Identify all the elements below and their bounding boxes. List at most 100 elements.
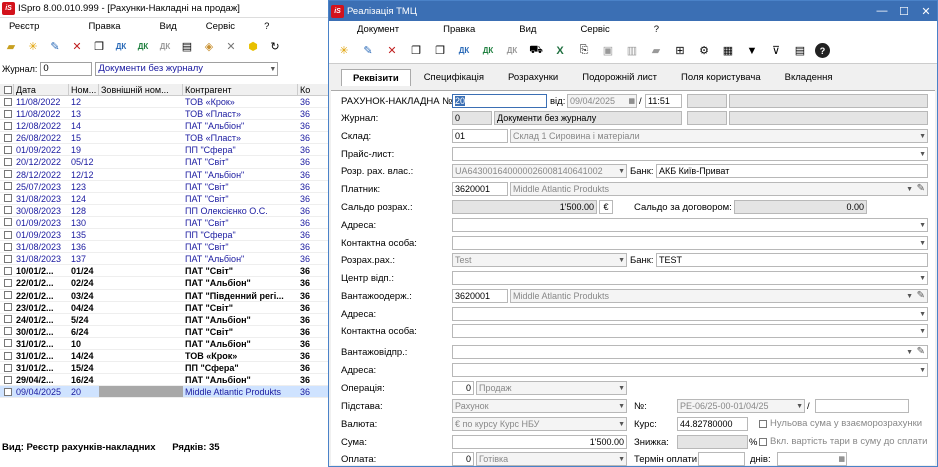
payment-name-field[interactable]: Готівка ▼ <box>476 452 627 466</box>
new-icon[interactable]: ✳ <box>24 37 42 55</box>
payment-code-field[interactable]: 0 <box>452 452 474 466</box>
row-checkbox-box[interactable] <box>4 182 12 191</box>
invoice-number-field[interactable]: 20 <box>452 94 547 108</box>
consignee-code-field[interactable]: 3620001 <box>452 289 508 303</box>
own-account-field[interactable]: UA643001640000026008140641002 ▼ <box>452 164 627 178</box>
table-icon[interactable]: ▦ <box>719 42 737 60</box>
table-row[interactable]: 31/08/2023 124 ПАТ "Світ" 36 <box>0 193 329 205</box>
row-checkbox[interactable] <box>0 362 14 373</box>
row-checkbox[interactable] <box>0 120 14 131</box>
menu-help[interactable]: ? <box>624 24 673 35</box>
address-field[interactable]: ▼ <box>452 218 928 232</box>
row-checkbox[interactable] <box>0 265 14 276</box>
row-checkbox[interactable] <box>0 132 14 143</box>
menu-edit[interactable]: Правка <box>413 24 489 35</box>
help-icon[interactable]: ? <box>815 43 830 58</box>
col-code[interactable]: Ко <box>298 84 329 95</box>
table-row[interactable]: 20/12/2022 05/12 ПАТ "Світ" 36 <box>0 156 329 169</box>
discount-field[interactable] <box>677 435 748 449</box>
edit-icon[interactable]: ✎ <box>46 37 64 55</box>
payer-code-field[interactable]: 3620001 <box>452 182 508 196</box>
print-icon[interactable]: ▤ <box>791 42 809 60</box>
sum-field[interactable]: 1'500.00 <box>452 435 627 449</box>
row-checkbox[interactable] <box>0 108 14 119</box>
time-field[interactable]: 11:51 <box>645 94 682 108</box>
row-checkbox[interactable] <box>0 350 14 361</box>
address2-field[interactable]: ▼ <box>452 307 928 321</box>
row-checkbox-box[interactable] <box>4 158 12 167</box>
table-row[interactable]: 31/01/2... 15/24 ПП "Сфера" 36 <box>0 362 329 375</box>
row-checkbox-box[interactable] <box>4 278 12 287</box>
row-checkbox-box[interactable] <box>4 218 12 227</box>
pencil-icon[interactable]: ✎ <box>917 346 925 358</box>
row-checkbox[interactable] <box>0 96 14 107</box>
table-row[interactable]: 11/08/2022 13 ТОВ «Пласт» 36 <box>0 108 329 121</box>
term-field[interactable] <box>698 452 745 466</box>
journal-code-field[interactable]: 0 <box>40 61 93 76</box>
payer-name-field[interactable]: Middle Atlantic Produkts ✎ ▼ <box>510 182 928 196</box>
row-checkbox[interactable] <box>0 156 14 167</box>
shipper-field[interactable]: ✎ ▼ <box>452 345 928 359</box>
basis-date-field[interactable] <box>815 399 909 413</box>
new-icon[interactable]: ✳ <box>335 42 353 60</box>
print-icon[interactable]: ▤ <box>178 37 196 55</box>
address3-field[interactable]: ▼ <box>452 363 928 377</box>
menu-service[interactable]: Сервіс <box>550 24 623 35</box>
zero-sum-checkbox[interactable]: Нульова сума у взаєморозрахунки <box>759 418 922 429</box>
save-icon[interactable]: ▣ <box>599 42 617 60</box>
row-checkbox[interactable] <box>0 326 14 337</box>
row-checkbox[interactable] <box>0 217 14 228</box>
days-field[interactable]: ▦ <box>777 452 847 466</box>
gear-icon[interactable]: ⚙ <box>695 42 713 60</box>
price-list-field[interactable]: ▼ <box>452 147 928 161</box>
close-icon[interactable]: ✕ <box>915 5 937 18</box>
menu-edit[interactable]: Правка <box>48 21 129 32</box>
post-icon[interactable]: ДК <box>455 42 473 60</box>
tree-icon[interactable]: ⊞ <box>671 42 689 60</box>
row-checkbox[interactable] <box>0 181 14 192</box>
row-checkbox-box[interactable] <box>4 363 12 372</box>
row-checkbox-box[interactable] <box>4 291 12 300</box>
excel-icon[interactable]: X <box>551 42 569 60</box>
bank-field[interactable]: АКБ Київ-Приват <box>656 164 928 178</box>
table-row[interactable]: 26/08/2022 15 ТОВ «Пласт» 36 <box>0 132 329 145</box>
row-checkbox-box[interactable] <box>4 145 12 154</box>
row-checkbox[interactable] <box>0 302 14 313</box>
calendar-icon[interactable]: ▦ <box>838 454 845 465</box>
row-checkbox-box[interactable] <box>4 242 12 251</box>
post-icon[interactable]: ДК <box>112 37 130 55</box>
row-checkbox-box[interactable] <box>4 109 12 118</box>
delete-icon[interactable]: ✕ <box>68 37 86 55</box>
table-row[interactable]: 01/09/2023 130 ПАТ "Світ" 36 <box>0 217 329 230</box>
menu-document[interactable]: Документ <box>343 24 413 35</box>
journal-name-field[interactable]: Документи без журналу ▼ <box>95 61 279 76</box>
table-row[interactable]: 28/12/2022 12/12 ПАТ "Альбіон" 36 <box>0 169 329 181</box>
table-row[interactable]: 29/04/2... 16/24 ПАТ "Альбіон" 36 <box>0 374 329 387</box>
row-checkbox[interactable] <box>0 374 14 385</box>
maximize-icon[interactable]: ☐ <box>893 5 915 18</box>
unpost-icon[interactable]: ДК <box>503 42 521 60</box>
hexagon-icon[interactable]: ⬢ <box>244 37 262 55</box>
table-row[interactable]: 09/04/2025 20 Middle Atlantic Produkts 36 <box>0 386 329 399</box>
row-checkbox-box[interactable] <box>4 254 12 263</box>
minimize-icon[interactable]: — <box>871 5 893 18</box>
menu-service[interactable]: Сервіс <box>186 21 244 32</box>
row-checkbox[interactable] <box>0 253 14 264</box>
tab-specification[interactable]: Специфікація <box>413 69 495 86</box>
operation-name-field[interactable]: Продаж ▼ <box>476 381 627 395</box>
pencil-icon[interactable]: ✎ <box>917 290 925 302</box>
row-checkbox-box[interactable] <box>4 327 12 336</box>
menu-view[interactable]: Вид <box>489 24 550 35</box>
currency-field[interactable]: € по курсу Курс НБУ ▼ <box>452 417 627 431</box>
tab-settlements[interactable]: Розрахунки <box>497 69 569 86</box>
contact2-field[interactable]: ▼ <box>452 324 928 338</box>
date-field[interactable]: 09/04/2025 ▦ <box>567 94 637 108</box>
refresh-icon[interactable]: ↻ <box>266 37 284 55</box>
row-checkbox-box[interactable] <box>4 339 12 348</box>
warehouse-name-field[interactable]: Склад 1 Сировина і матеріали ▼ <box>510 129 928 143</box>
copy-icon[interactable]: ❐ <box>407 42 425 60</box>
warehouse-code-field[interactable]: 01 <box>452 129 508 143</box>
rate-field[interactable]: 44.82780000 <box>677 417 748 431</box>
menu-register[interactable]: Реєстр <box>0 21 48 32</box>
row-checkbox[interactable] <box>0 229 14 240</box>
